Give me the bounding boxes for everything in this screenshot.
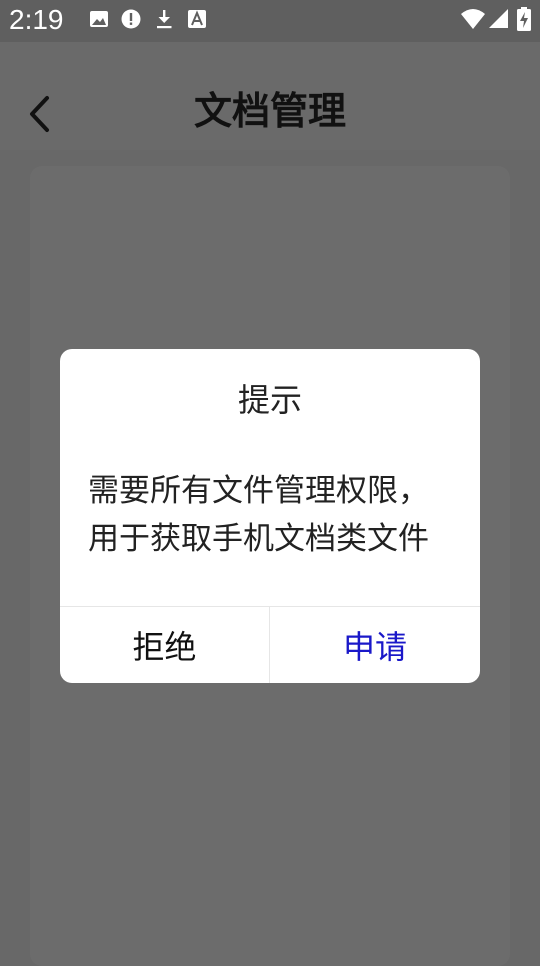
dialog-title: 提示 bbox=[237, 381, 302, 419]
image-icon bbox=[90, 11, 108, 27]
page-title: 文档管理 bbox=[193, 89, 346, 133]
dialog-message: 需要所有文件管理权限， 用于获取手机文档类文件 bbox=[88, 467, 458, 563]
battery-charging-icon bbox=[517, 7, 531, 31]
status-bar: 2:19 bbox=[0, 0, 540, 42]
text-a-icon bbox=[188, 10, 206, 28]
app-header: 文档管理 bbox=[0, 42, 540, 150]
status-time: 2:19 bbox=[9, 4, 64, 35]
wifi-icon bbox=[461, 9, 485, 29]
apply-button[interactable]: 申请 bbox=[270, 607, 480, 683]
dialog-message-line: 用于获取手机文档类文件 bbox=[88, 521, 429, 557]
reject-button[interactable]: 拒绝 bbox=[60, 607, 269, 683]
signal-icon bbox=[489, 9, 508, 28]
dialog-message-line: 需要所有文件管理权限， bbox=[88, 473, 429, 509]
alert-icon bbox=[121, 9, 141, 29]
download-icon bbox=[157, 10, 172, 29]
permission-dialog: 提示 需要所有文件管理权限， 用于获取手机文档类文件 拒绝 申请 bbox=[60, 349, 480, 683]
